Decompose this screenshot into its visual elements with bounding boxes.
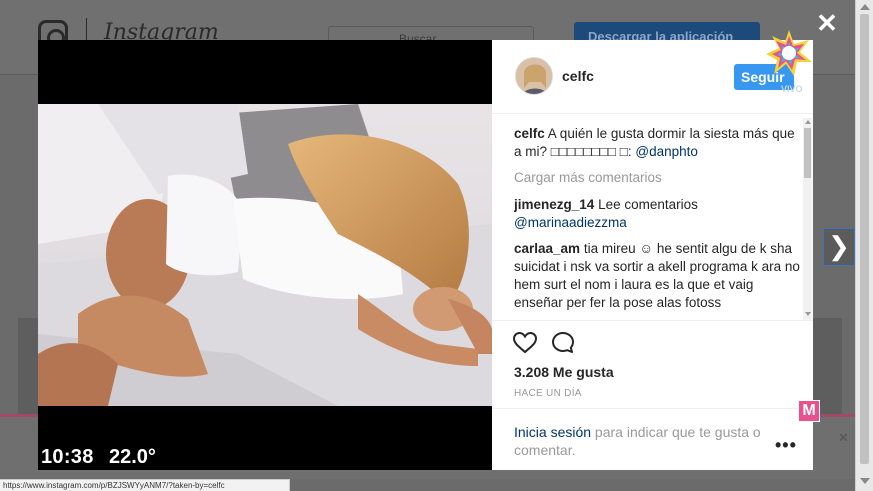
scroll-down-arrow-icon[interactable]	[860, 478, 870, 484]
photo-pane: 10:38 22.0°	[38, 40, 492, 470]
comment-bubble-icon[interactable]	[550, 331, 576, 355]
like-count[interactable]: 3.208 Me gusta	[514, 364, 614, 380]
scroll-up-arrow-icon[interactable]	[805, 120, 811, 124]
list-item: jimenezg_14 Lee comentarios @marinaadiez…	[514, 196, 804, 232]
scrollbar-thumb[interactable]	[804, 128, 811, 178]
tv-temperature: 22.0°	[109, 446, 156, 468]
comment-username[interactable]: carlaa_am	[514, 241, 580, 256]
comment-text: Lee comentarios	[598, 197, 698, 212]
post-timestamp: HACE UN DÍA	[514, 388, 582, 399]
scrollbar-thumb[interactable]	[860, 14, 869, 464]
avatar-image	[516, 58, 552, 94]
login-prompt: Inicia sesión para indicar que te gusta …	[492, 408, 813, 470]
login-prompt-text: Inicia sesión para indicar que te gusta …	[514, 423, 764, 459]
browser-status-url: https://www.instagram.com/p/BZJSWYyANM7/…	[0, 479, 290, 491]
caption-username[interactable]: celfc	[514, 126, 545, 141]
scroll-up-arrow-icon[interactable]	[860, 4, 870, 10]
post-sidebar: celfc Seguir celfc A quién le gusta dorm…	[492, 40, 813, 470]
caption-mention[interactable]: @danphto	[635, 144, 698, 159]
post-username[interactable]: celfc	[562, 68, 594, 84]
load-more-comments[interactable]: Cargar más comentarios	[514, 169, 804, 187]
background-thumbnail	[18, 318, 38, 414]
scroll-down-arrow-icon[interactable]	[805, 312, 811, 316]
comment-mention[interactable]: @marinaadiezzma	[514, 215, 627, 230]
post-photo[interactable]	[38, 104, 492, 406]
window-scrollbar[interactable]	[855, 0, 873, 491]
channel-star-logo-icon	[764, 28, 814, 78]
post-photo-illustration	[38, 104, 492, 406]
login-link[interactable]: Inicia sesión	[514, 424, 591, 440]
close-button[interactable]: ✕	[813, 9, 841, 37]
channel-m-badge-icon: M	[798, 400, 820, 422]
next-post-arrow-icon[interactable]: ❯	[823, 228, 855, 266]
list-item: carlaa_am tia mireu ☺ he sentit algu de …	[514, 240, 804, 312]
more-options-icon[interactable]: •••	[775, 435, 797, 456]
comments-list: celfc A quién le gusta dormir la siesta …	[514, 125, 804, 320]
tv-clock: 10:38	[41, 446, 94, 468]
live-label: VIVO	[781, 84, 803, 94]
avatar[interactable]	[515, 57, 553, 95]
heart-icon[interactable]	[512, 331, 538, 355]
post-modal: 10:38 22.0° celfc Seguir celfc A quién l…	[38, 40, 813, 470]
comments-scrollbar[interactable]	[803, 118, 812, 320]
background-close-icon: ✕	[838, 430, 849, 445]
comment-username[interactable]: jimenezg_14	[514, 197, 594, 212]
caption: celfc A quién le gusta dormir la siesta …	[514, 125, 804, 161]
